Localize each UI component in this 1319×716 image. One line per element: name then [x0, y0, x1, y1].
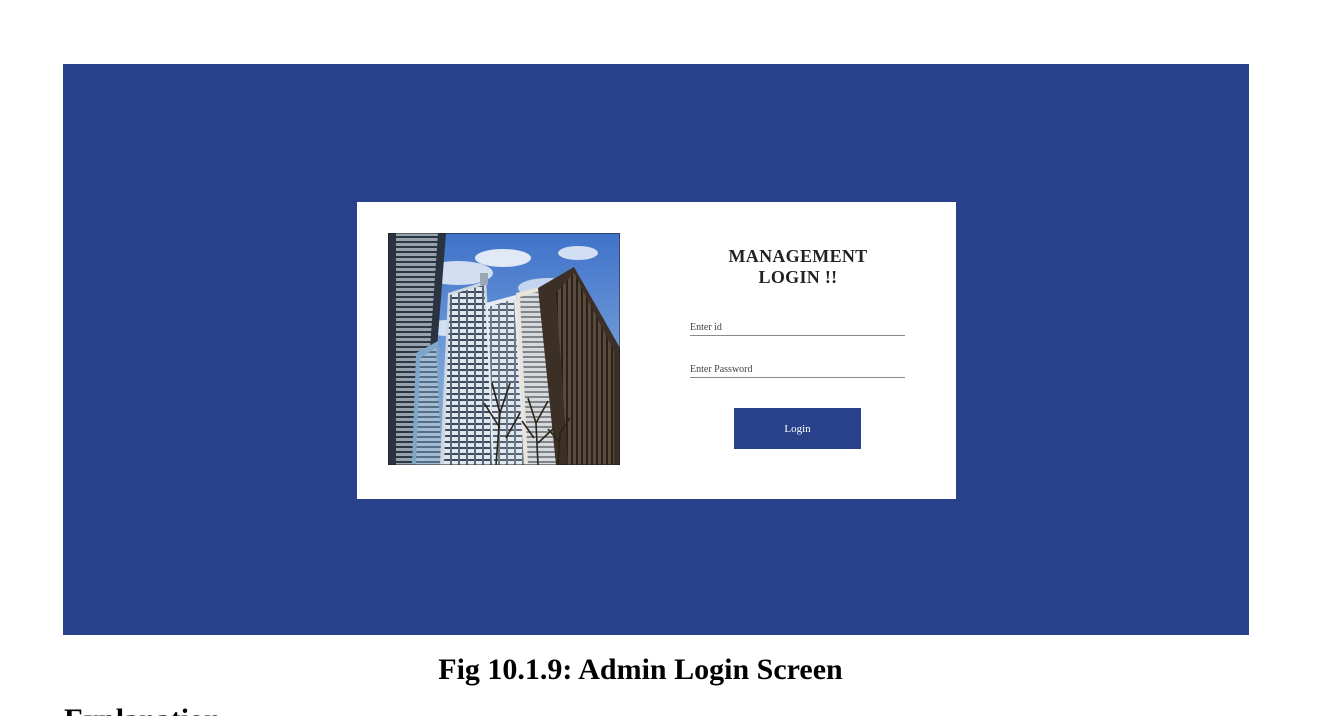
next-section-heading: Explanation [64, 702, 221, 716]
login-button[interactable]: Login [734, 408, 861, 449]
login-screen: MANAGEMENT LOGIN !! Login [63, 64, 1249, 635]
skyscrapers-photo [388, 233, 620, 465]
login-card: MANAGEMENT LOGIN !! Login [357, 202, 956, 499]
login-title: MANAGEMENT LOGIN !! [728, 246, 868, 287]
password-input[interactable] [690, 361, 905, 378]
document-page: MANAGEMENT LOGIN !! Login Fig 10.1.9: Ad… [0, 0, 1319, 716]
id-field [690, 317, 905, 336]
id-input[interactable] [690, 319, 905, 336]
figure-caption: Fig 10.1.9: Admin Login Screen [438, 653, 843, 686]
password-field [690, 359, 905, 378]
